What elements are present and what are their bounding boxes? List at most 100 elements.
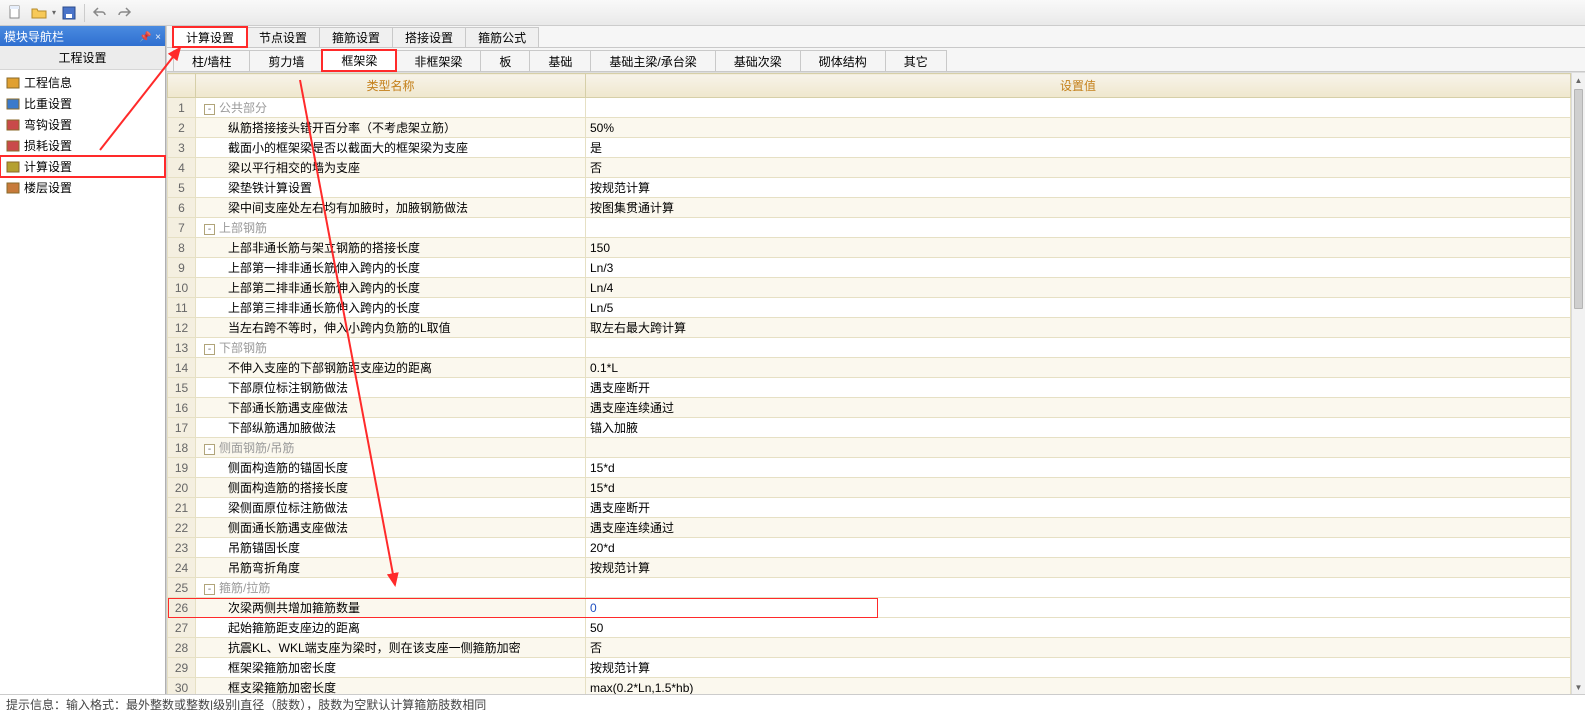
- type-name-cell[interactable]: 起始箍筋距支座边的距离: [196, 618, 586, 638]
- setting-value-cell[interactable]: 遇支座连续通过: [586, 398, 1571, 418]
- table-row[interactable]: 12当左右跨不等时，伸入小跨内负筋的L取值取左右最大跨计算: [168, 318, 1571, 338]
- table-row[interactable]: 28抗震KL、WKL端支座为梁时，则在该支座一侧箍筋加密否: [168, 638, 1571, 658]
- table-row[interactable]: 25-箍筋/拉筋: [168, 578, 1571, 598]
- type-name-cell[interactable]: 不伸入支座的下部钢筋距支座边的距离: [196, 358, 586, 378]
- tab-primary-0[interactable]: 计算设置: [173, 27, 247, 47]
- type-name-cell[interactable]: 侧面构造筋的锚固长度: [196, 458, 586, 478]
- type-name-cell[interactable]: 梁垫铁计算设置: [196, 178, 586, 198]
- type-name-cell[interactable]: 上部第一排非通长筋伸入跨内的长度: [196, 258, 586, 278]
- tab-secondary-3[interactable]: 非框架梁: [395, 50, 481, 71]
- type-name-cell[interactable]: 侧面构造筋的搭接长度: [196, 478, 586, 498]
- setting-value-cell[interactable]: 按规范计算: [586, 178, 1571, 198]
- col-setting-value[interactable]: 设置值: [586, 74, 1571, 98]
- type-name-cell[interactable]: 吊筋锚固长度: [196, 538, 586, 558]
- nav-item-3[interactable]: 损耗设置: [0, 135, 165, 156]
- type-name-cell[interactable]: 纵筋搭接接头错开百分率（不考虑架立筋）: [196, 118, 586, 138]
- setting-value-cell[interactable]: 按规范计算: [586, 658, 1571, 678]
- setting-value-cell[interactable]: 遇支座连续通过: [586, 518, 1571, 538]
- table-row[interactable]: 30框支梁箍筋加密长度max(0.2*Ln,1.5*hb): [168, 678, 1571, 695]
- tab-secondary-2[interactable]: 框架梁: [322, 50, 396, 71]
- setting-value-cell[interactable]: [586, 218, 1571, 238]
- save-button[interactable]: [58, 2, 80, 24]
- type-name-cell[interactable]: 梁侧面原位标注筋做法: [196, 498, 586, 518]
- setting-value-cell[interactable]: 50%: [586, 118, 1571, 138]
- collapse-toggle-icon[interactable]: -: [204, 584, 215, 595]
- type-name-cell[interactable]: 下部纵筋遇加腋做法: [196, 418, 586, 438]
- collapse-toggle-icon[interactable]: -: [204, 444, 215, 455]
- setting-value-cell[interactable]: 0.1*L: [586, 358, 1571, 378]
- table-row[interactable]: 7-上部钢筋: [168, 218, 1571, 238]
- table-row[interactable]: 5梁垫铁计算设置按规范计算: [168, 178, 1571, 198]
- table-row[interactable]: 11上部第三排非通长筋伸入跨内的长度Ln/5: [168, 298, 1571, 318]
- table-row[interactable]: 6梁中间支座处左右均有加腋时，加腋钢筋做法按图集贯通计算: [168, 198, 1571, 218]
- type-name-cell[interactable]: 截面小的框架梁是否以截面大的框架梁为支座: [196, 138, 586, 158]
- setting-value-cell[interactable]: 是: [586, 138, 1571, 158]
- open-button[interactable]: [28, 2, 50, 24]
- nav-item-4[interactable]: 计算设置: [0, 156, 165, 177]
- setting-value-cell[interactable]: 15*d: [586, 478, 1571, 498]
- type-name-cell[interactable]: 吊筋弯折角度: [196, 558, 586, 578]
- scroll-down-arrow-icon[interactable]: ▼: [1572, 680, 1585, 694]
- type-name-cell[interactable]: 框支梁箍筋加密长度: [196, 678, 586, 695]
- setting-value-cell[interactable]: [586, 438, 1571, 458]
- table-row[interactable]: 18-侧面钢筋/吊筋: [168, 438, 1571, 458]
- type-name-cell[interactable]: 上部第三排非通长筋伸入跨内的长度: [196, 298, 586, 318]
- setting-value-cell[interactable]: max(0.2*Ln,1.5*hb): [586, 678, 1571, 695]
- type-name-cell[interactable]: 侧面通长筋遇支座做法: [196, 518, 586, 538]
- type-name-cell[interactable]: -公共部分: [196, 98, 586, 118]
- table-row[interactable]: 16下部通长筋遇支座做法遇支座连续通过: [168, 398, 1571, 418]
- tab-secondary-4[interactable]: 板: [480, 50, 530, 71]
- setting-value-cell[interactable]: Ln/5: [586, 298, 1571, 318]
- setting-value-cell[interactable]: 遇支座断开: [586, 378, 1571, 398]
- type-name-cell[interactable]: 次梁两侧共增加箍筋数量: [196, 598, 586, 618]
- setting-value-cell[interactable]: 0: [586, 598, 1571, 618]
- table-row[interactable]: 17下部纵筋遇加腋做法锚入加腋: [168, 418, 1571, 438]
- tab-secondary-1[interactable]: 剪力墙: [249, 50, 323, 71]
- setting-value-cell[interactable]: 按规范计算: [586, 558, 1571, 578]
- setting-value-cell[interactable]: 遇支座断开: [586, 498, 1571, 518]
- table-row[interactable]: 26次梁两侧共增加箍筋数量0: [168, 598, 1571, 618]
- setting-value-cell[interactable]: 50: [586, 618, 1571, 638]
- type-name-cell[interactable]: 框架梁箍筋加密长度: [196, 658, 586, 678]
- type-name-cell[interactable]: -下部钢筋: [196, 338, 586, 358]
- tab-secondary-8[interactable]: 砌体结构: [800, 50, 886, 71]
- type-name-cell[interactable]: -箍筋/拉筋: [196, 578, 586, 598]
- setting-value-cell[interactable]: [586, 578, 1571, 598]
- table-row[interactable]: 24吊筋弯折角度按规范计算: [168, 558, 1571, 578]
- vertical-scrollbar[interactable]: ▲ ▼: [1571, 73, 1585, 694]
- table-row[interactable]: 10上部第二排非通长筋伸入跨内的长度Ln/4: [168, 278, 1571, 298]
- type-name-cell[interactable]: 梁中间支座处左右均有加腋时，加腋钢筋做法: [196, 198, 586, 218]
- table-row[interactable]: 23吊筋锚固长度20*d: [168, 538, 1571, 558]
- type-name-cell[interactable]: 当左右跨不等时，伸入小跨内负筋的L取值: [196, 318, 586, 338]
- scroll-up-arrow-icon[interactable]: ▲: [1572, 73, 1585, 87]
- setting-value-cell[interactable]: [586, 98, 1571, 118]
- setting-value-cell[interactable]: 否: [586, 158, 1571, 178]
- nav-item-2[interactable]: 弯钩设置: [0, 114, 165, 135]
- setting-value-cell[interactable]: 取左右最大跨计算: [586, 318, 1571, 338]
- collapse-toggle-icon[interactable]: -: [204, 344, 215, 355]
- table-row[interactable]: 9上部第一排非通长筋伸入跨内的长度Ln/3: [168, 258, 1571, 278]
- table-row[interactable]: 13-下部钢筋: [168, 338, 1571, 358]
- setting-value-cell[interactable]: 150: [586, 238, 1571, 258]
- close-icon[interactable]: ×: [155, 32, 161, 43]
- table-row[interactable]: 19侧面构造筋的锚固长度15*d: [168, 458, 1571, 478]
- table-row[interactable]: 8上部非通长筋与架立钢筋的搭接长度150: [168, 238, 1571, 258]
- type-name-cell[interactable]: 上部第二排非通长筋伸入跨内的长度: [196, 278, 586, 298]
- type-name-cell[interactable]: 下部通长筋遇支座做法: [196, 398, 586, 418]
- type-name-cell[interactable]: 抗震KL、WKL端支座为梁时，则在该支座一侧箍筋加密: [196, 638, 586, 658]
- setting-value-cell[interactable]: 15*d: [586, 458, 1571, 478]
- collapse-toggle-icon[interactable]: -: [204, 104, 215, 115]
- tab-secondary-5[interactable]: 基础: [529, 50, 591, 71]
- collapse-toggle-icon[interactable]: -: [204, 224, 215, 235]
- tab-primary-3[interactable]: 搭接设置: [392, 27, 466, 47]
- nav-item-0[interactable]: 工程信息: [0, 72, 165, 93]
- pin-icon[interactable]: 📌: [139, 32, 151, 43]
- tab-primary-2[interactable]: 箍筋设置: [319, 27, 393, 47]
- setting-value-cell[interactable]: 20*d: [586, 538, 1571, 558]
- setting-value-cell[interactable]: Ln/3: [586, 258, 1571, 278]
- table-row[interactable]: 15下部原位标注钢筋做法遇支座断开: [168, 378, 1571, 398]
- redo-button[interactable]: [113, 2, 135, 24]
- tab-secondary-0[interactable]: 柱/墙柱: [173, 50, 250, 71]
- table-row[interactable]: 4梁以平行相交的墙为支座否: [168, 158, 1571, 178]
- table-row[interactable]: 14不伸入支座的下部钢筋距支座边的距离0.1*L: [168, 358, 1571, 378]
